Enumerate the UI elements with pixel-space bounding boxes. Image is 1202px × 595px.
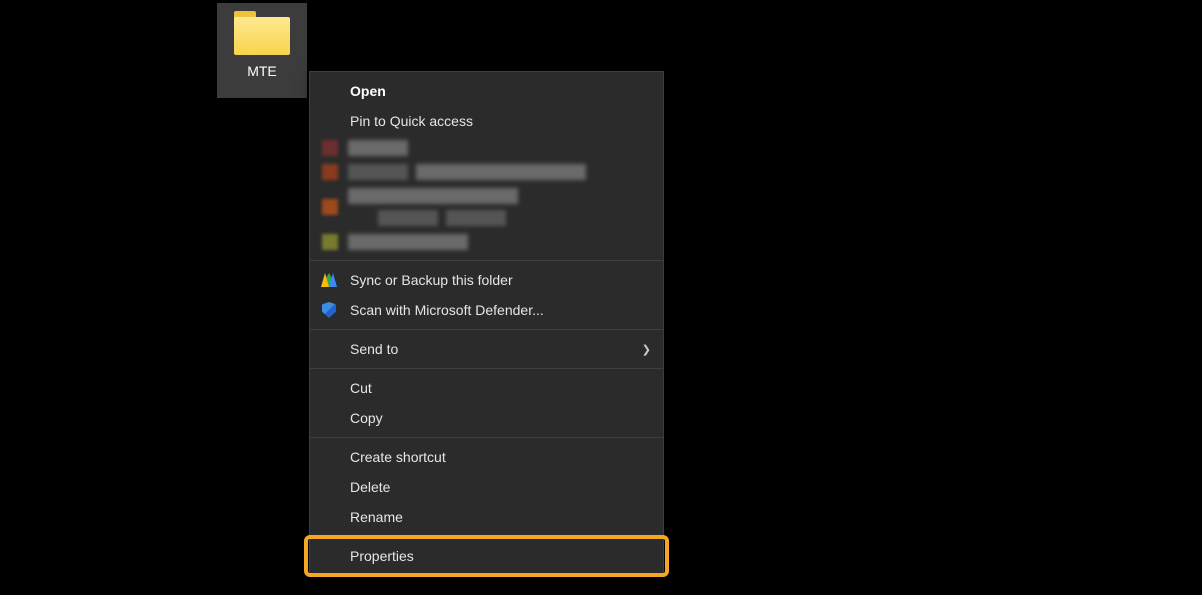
menu-separator: [310, 260, 663, 261]
redacted-text: [348, 164, 408, 180]
redacted-icon: [322, 234, 338, 250]
redacted-text: [416, 164, 586, 180]
menu-delete[interactable]: Delete: [310, 472, 663, 502]
redacted-text: [348, 234, 468, 250]
redacted-text: [378, 210, 438, 226]
menu-properties-label: Properties: [350, 548, 414, 564]
menu-separator: [310, 437, 663, 438]
menu-pin-quick-access[interactable]: Pin to Quick access: [310, 106, 663, 136]
folder-icon: [234, 11, 290, 55]
menu-rename[interactable]: Rename: [310, 502, 663, 532]
menu-pin-quick-access-label: Pin to Quick access: [350, 113, 473, 129]
menu-copy-label: Copy: [350, 410, 383, 426]
menu-send-to-label: Send to: [350, 341, 398, 357]
desktop-folder-label: MTE: [247, 63, 277, 79]
chevron-right-icon: ❯: [642, 343, 651, 356]
redacted-icon: [322, 199, 338, 215]
menu-open-label: Open: [350, 83, 386, 99]
menu-properties[interactable]: Properties: [310, 541, 663, 571]
menu-drive-sync-label: Sync or Backup this folder: [350, 272, 513, 288]
menu-defender-scan[interactable]: Scan with Microsoft Defender...: [310, 295, 663, 325]
menu-separator: [310, 368, 663, 369]
redacted-text: [348, 188, 518, 204]
menu-create-shortcut[interactable]: Create shortcut: [310, 442, 663, 472]
desktop-folder[interactable]: MTE: [217, 3, 307, 98]
redacted-text: [348, 140, 408, 156]
menu-open[interactable]: Open: [310, 76, 663, 106]
menu-cut-label: Cut: [350, 380, 372, 396]
google-drive-icon: [320, 271, 338, 289]
menu-rename-label: Rename: [350, 509, 403, 525]
menu-drive-sync[interactable]: Sync or Backup this folder: [310, 265, 663, 295]
menu-cut[interactable]: Cut: [310, 373, 663, 403]
redacted-icon: [322, 164, 338, 180]
redacted-icon: [322, 140, 338, 156]
menu-copy[interactable]: Copy: [310, 403, 663, 433]
context-menu: Open Pin to Quick access: [309, 71, 664, 576]
menu-send-to[interactable]: Send to ❯: [310, 334, 663, 364]
menu-defender-scan-label: Scan with Microsoft Defender...: [350, 302, 544, 318]
menu-separator: [310, 329, 663, 330]
menu-redacted-block: [310, 136, 663, 256]
menu-delete-label: Delete: [350, 479, 390, 495]
desktop-area: MTE Open Pin to Quick access: [0, 0, 1202, 595]
shield-icon: [320, 301, 338, 319]
menu-separator: [310, 536, 663, 537]
redacted-text: [446, 210, 506, 226]
menu-create-shortcut-label: Create shortcut: [350, 449, 446, 465]
